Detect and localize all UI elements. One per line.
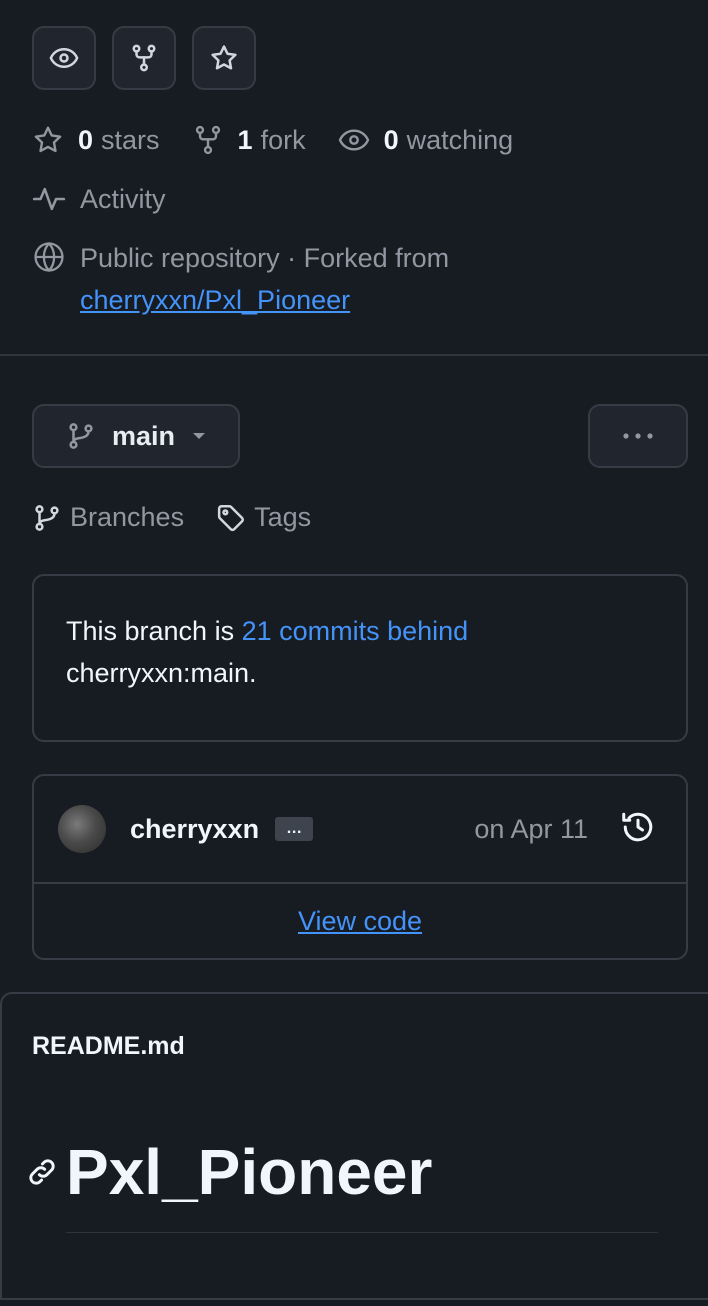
star-button[interactable] <box>192 26 256 90</box>
link-icon[interactable] <box>26 1156 58 1188</box>
branches-label: Branches <box>70 502 185 532</box>
view-code-link[interactable]: View code <box>298 906 422 937</box>
commit-footer: View code <box>34 884 686 958</box>
branch-links: Branches Tags <box>32 502 343 533</box>
commit-header: cherryxxn … on Apr 11 <box>34 776 686 884</box>
readme-heading: Pxl_Pioneer <box>26 1134 432 1210</box>
repo-page: 0 stars 1 fork 0 watching Activity Publi… <box>0 0 708 1306</box>
pulse-icon <box>32 187 66 211</box>
forks-label: fork <box>260 124 306 155</box>
history-button[interactable] <box>620 809 656 850</box>
repo-visibility: Public repository · Forked from cherryxx… <box>32 240 449 321</box>
section-divider <box>0 354 708 356</box>
current-branch: main <box>112 420 176 451</box>
commits-behind-link[interactable]: 21 commits behind <box>242 616 469 646</box>
commit-message-toggle[interactable]: … <box>275 817 314 841</box>
latest-commit-box: cherryxxn … on Apr 11 View code <box>32 774 688 960</box>
fork-icon <box>132 44 156 72</box>
watching-link[interactable]: 0 watching <box>338 124 514 156</box>
activity-link[interactable]: Activity <box>32 182 166 216</box>
git-branch-icon <box>35 504 59 531</box>
eye-icon <box>338 129 369 151</box>
globe-icon <box>34 241 64 273</box>
fork-button[interactable] <box>112 26 176 90</box>
watching-label: watching <box>406 124 514 155</box>
behind-suffix: cherryxxn:main. <box>66 658 257 688</box>
star-icon <box>34 126 62 153</box>
readme-filename: README.md <box>32 1032 185 1060</box>
more-options-button[interactable] <box>588 404 688 468</box>
stars-count: 0 <box>78 124 94 155</box>
history-icon <box>622 812 653 841</box>
watching-count: 0 <box>383 124 399 155</box>
fork-icon <box>195 125 220 155</box>
commit-author[interactable]: cherryxxn <box>130 814 259 845</box>
tags-link[interactable]: Tags <box>216 502 311 533</box>
watch-button[interactable] <box>32 26 96 90</box>
kebab-horizontal-icon <box>623 433 653 439</box>
forks-link[interactable]: 1 fork <box>192 124 306 156</box>
tags-label: Tags <box>254 502 312 532</box>
star-icon <box>211 45 237 70</box>
stars-label: stars <box>101 124 160 155</box>
readme-heading-text: Pxl_Pioneer <box>66 1136 433 1208</box>
git-branch-icon <box>69 423 93 449</box>
caret-down-icon <box>193 433 206 439</box>
tag-icon <box>217 504 245 531</box>
repo-action-row <box>32 26 256 90</box>
branch-selector[interactable]: main <box>32 404 240 468</box>
visibility-text: Public repository · Forked from <box>80 243 450 273</box>
heading-rule <box>66 1232 658 1233</box>
activity-label: Activity <box>80 183 166 214</box>
behind-prefix: This branch is <box>66 616 242 646</box>
avatar[interactable] <box>58 805 106 853</box>
branches-link[interactable]: Branches <box>32 502 184 533</box>
fork-source-link[interactable]: cherryxxn/Pxl_Pioneer <box>80 279 449 321</box>
readme-panel: README.md Pxl_Pioneer <box>0 992 708 1300</box>
commit-date: on Apr 11 <box>474 813 588 844</box>
eye-icon <box>49 48 79 68</box>
stars-link[interactable]: 0 stars <box>32 124 160 156</box>
branch-behind-notice: This branch is 21 commits behind cherryx… <box>32 574 688 742</box>
forks-count: 1 <box>237 124 253 155</box>
repo-stats: 0 stars 1 fork 0 watching <box>32 124 545 156</box>
